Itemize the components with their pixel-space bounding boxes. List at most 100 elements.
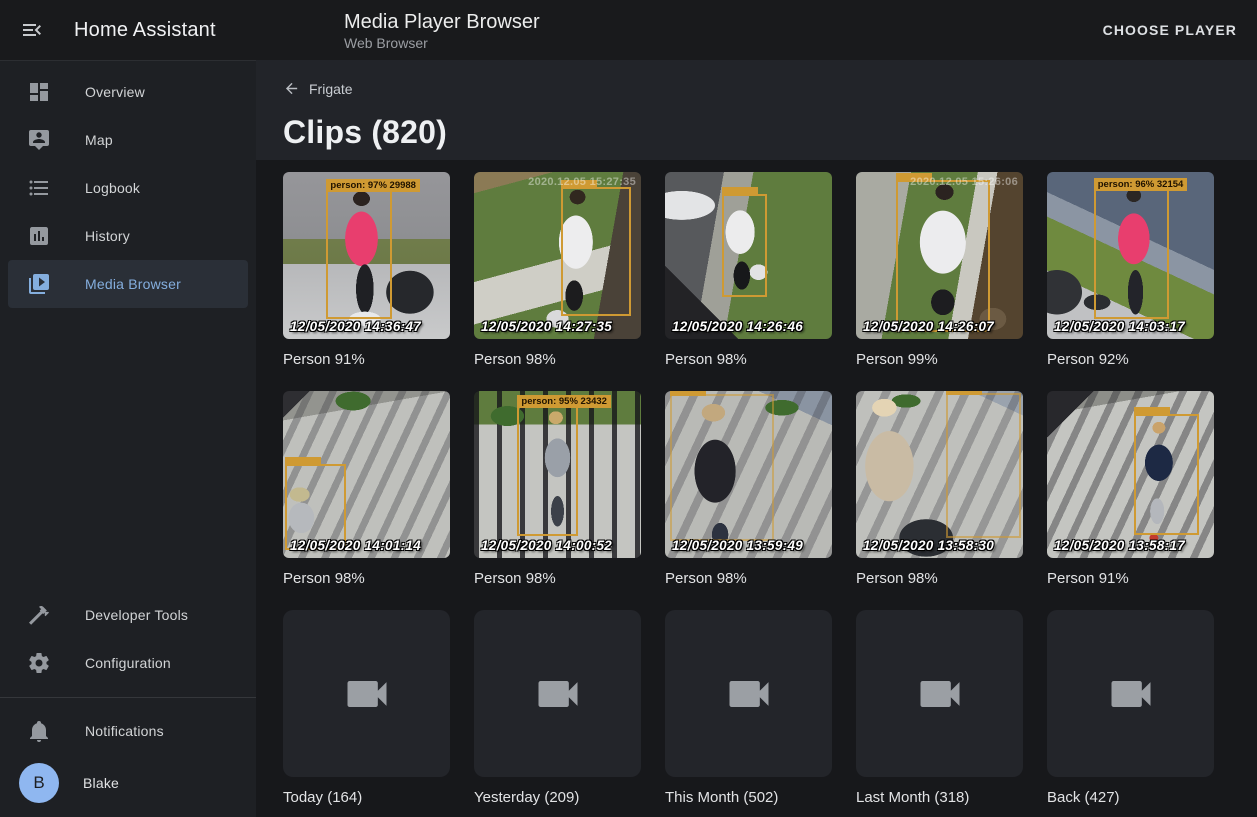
sidebar-item-logbook[interactable]: Logbook <box>8 164 248 212</box>
sidebar-divider <box>0 697 256 698</box>
folder-label: Yesterday (209) <box>474 789 641 806</box>
clip-thumbnail: person: 96% 32154 12/05/2020 14:03:17 <box>1047 172 1214 339</box>
video-camera-icon <box>341 668 393 720</box>
folder-card[interactable]: This Month (502) <box>665 610 832 806</box>
detection-chip <box>670 391 706 396</box>
choose-player-button[interactable]: CHOOSE PLAYER <box>1095 14 1245 46</box>
sidebar-spacer <box>0 308 256 591</box>
sidebar-item-notifications[interactable]: Notifications <box>8 707 248 755</box>
detection-bounding-box <box>1134 414 1199 534</box>
media-browser-icon <box>27 272 51 296</box>
detection-chip <box>722 187 758 196</box>
clip-label: Person 98% <box>665 351 832 368</box>
timestamp-overlay: 12/05/2020 14:26:46 <box>672 319 803 334</box>
sidebar-item-label: Developer Tools <box>85 607 188 623</box>
folder-card[interactable]: Yesterday (209) <box>474 610 641 806</box>
detection-bounding-box <box>285 464 347 549</box>
folder-card[interactable]: Today (164) <box>283 610 450 806</box>
detection-bounding-box <box>896 180 990 332</box>
content-scroll-area[interactable]: person: 97% 29988 12/05/2020 14:36:47 Pe… <box>256 160 1257 817</box>
timestamp-overlay: 12/05/2020 13:58:30 <box>863 538 994 553</box>
folder-label: This Month (502) <box>665 789 832 806</box>
video-camera-icon <box>532 668 584 720</box>
sidebar-user-item[interactable]: B Blake <box>8 755 248 811</box>
clip-thumbnail: 12/05/2020 13:58:17 <box>1047 391 1214 558</box>
breadcrumb-label: Frigate <box>309 81 353 97</box>
detection-bounding-box <box>722 194 767 298</box>
folder-thumbnail <box>283 610 450 777</box>
timestamp-overlay: 12/05/2020 13:59:49 <box>672 538 803 553</box>
clip-label: Person 98% <box>474 570 641 587</box>
clip-card[interactable]: 12/05/2020 13:59:49 Person 98% <box>665 391 832 587</box>
folder-label: Back (427) <box>1047 789 1214 806</box>
folder-label: Today (164) <box>283 789 450 806</box>
sidebar-item-map[interactable]: Map <box>8 116 248 164</box>
sidebar-item-configuration[interactable]: Configuration <box>8 639 248 687</box>
folder-thumbnail <box>1047 610 1214 777</box>
gear-icon <box>27 651 51 675</box>
camera-timestamp-overlay: 2020.12.05 15:26:06 <box>910 176 1018 188</box>
folder-thumbnail <box>665 610 832 777</box>
user-name: Blake <box>83 775 119 791</box>
folder-card[interactable]: Back (427) <box>1047 610 1214 806</box>
clip-card[interactable]: person: 95% 23432 12/05/2020 14:00:52 Pe… <box>474 391 641 587</box>
sidebar-toggle-button[interactable] <box>20 18 44 42</box>
sidebar-item-label: Media Browser <box>85 276 181 292</box>
timestamp-overlay: 12/05/2020 14:36:47 <box>290 319 421 334</box>
clip-card[interactable]: person: 96% 32154 12/05/2020 14:03:17 Pe… <box>1047 172 1214 368</box>
page-subtitle: Web Browser <box>344 35 1095 51</box>
sidebar-item-label: Map <box>85 132 113 148</box>
detection-bounding-box <box>670 394 774 541</box>
clip-label: Person 99% <box>856 351 1023 368</box>
folder-card[interactable]: Last Month (318) <box>856 610 1023 806</box>
clip-label: Person 91% <box>283 351 450 368</box>
detection-chip <box>1134 407 1170 416</box>
sidebar-item-history[interactable]: History <box>8 212 248 260</box>
media-grid: person: 97% 29988 12/05/2020 14:36:47 Pe… <box>256 160 1257 814</box>
content-header: Frigate Clips (820) <box>256 60 1257 160</box>
detection-chip <box>946 391 982 395</box>
sidebar-item-developer-tools[interactable]: Developer Tools <box>8 591 248 639</box>
clip-card[interactable]: person: 97% 29988 12/05/2020 14:36:47 Pe… <box>283 172 450 368</box>
clip-label: Person 98% <box>665 570 832 587</box>
breadcrumb[interactable]: Frigate <box>283 80 353 97</box>
sidebar-footer-nav: Developer Tools Configuration <box>0 591 256 687</box>
clip-card[interactable]: 12/05/2020 13:58:30 Person 98% <box>856 391 1023 587</box>
detection-bounding-box: person: 96% 32154 <box>1094 189 1169 319</box>
topbar-title-block: Media Player Browser Web Browser <box>256 10 1095 51</box>
timestamp-overlay: 12/05/2020 14:00:52 <box>481 538 612 553</box>
detection-chip: person: 97% 29988 <box>326 179 420 192</box>
clip-label: Person 91% <box>1047 570 1214 587</box>
clip-card[interactable]: 12/05/2020 14:26:46 Person 98% <box>665 172 832 368</box>
hammer-icon <box>27 603 51 627</box>
sidebar-item-label: History <box>85 228 130 244</box>
history-chart-icon <box>27 224 51 248</box>
clip-card[interactable]: 2020.12.05 15:27:35 12/05/2020 14:27:35 … <box>474 172 641 368</box>
timestamp-overlay: 12/05/2020 14:03:17 <box>1054 319 1185 334</box>
clip-thumbnail: person: 95% 23432 12/05/2020 14:00:52 <box>474 391 641 558</box>
clip-card[interactable]: 2020.12.05 15:26:06 12/05/2020 14:26:07 … <box>856 172 1023 368</box>
arrow-left-icon <box>283 80 300 97</box>
video-camera-icon <box>1105 668 1157 720</box>
sidebar-nav: Overview Map Logbook History Media Brows… <box>0 68 256 308</box>
clip-label: Person 98% <box>856 570 1023 587</box>
map-account-icon <box>27 128 51 152</box>
timestamp-overlay: 12/05/2020 14:26:07 <box>863 319 994 334</box>
main-content: Frigate Clips (820) person: 97% 29988 12… <box>256 60 1257 817</box>
top-bar: Home Assistant Media Player Browser Web … <box>0 0 1257 60</box>
clip-thumbnail: person: 97% 29988 12/05/2020 14:36:47 <box>283 172 450 339</box>
avatar: B <box>19 763 59 803</box>
sidebar: Overview Map Logbook History Media Brows… <box>0 60 256 817</box>
sidebar-item-media-browser[interactable]: Media Browser <box>8 260 248 308</box>
folder-label: Last Month (318) <box>856 789 1023 806</box>
clip-thumbnail: 12/05/2020 13:59:49 <box>665 391 832 558</box>
detection-chip: person: 95% 23432 <box>517 395 611 408</box>
detection-bounding-box: person: 95% 23432 <box>517 406 577 536</box>
detection-bounding-box: person: 97% 29988 <box>326 190 391 319</box>
sidebar-item-overview[interactable]: Overview <box>8 68 248 116</box>
clip-label: Person 98% <box>283 570 450 587</box>
camera-timestamp-overlay: 2020.12.05 15:27:35 <box>528 176 636 188</box>
clip-card[interactable]: 12/05/2020 14:01:14 Person 98% <box>283 391 450 587</box>
clip-card[interactable]: 12/05/2020 13:58:17 Person 91% <box>1047 391 1214 587</box>
folder-thumbnail <box>474 610 641 777</box>
